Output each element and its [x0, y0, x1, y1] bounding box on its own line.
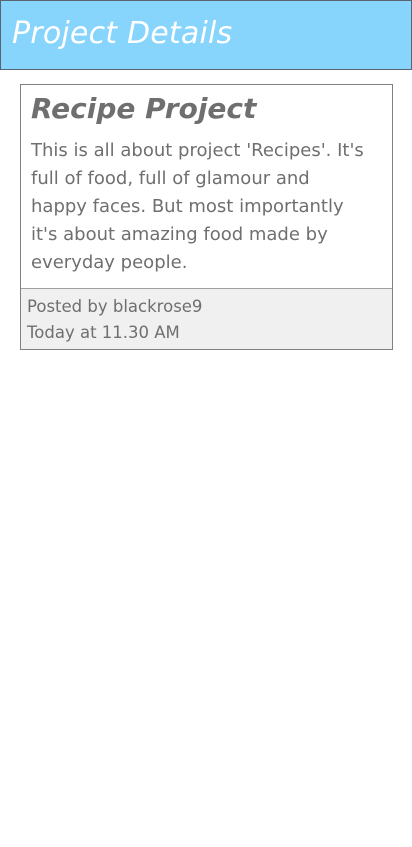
project-card[interactable]: Recipe Project This is all about project… — [20, 84, 393, 350]
project-title: Recipe Project — [31, 92, 257, 125]
project-card-footer: Posted by blackrose9 Today at 11.30 AM — [21, 288, 392, 349]
posted-by-label: Posted by blackrose9 — [27, 297, 203, 316]
posted-time-label: Today at 11.30 AM — [27, 323, 180, 342]
app-header: Project Details — [0, 0, 412, 70]
page-title: Project Details — [12, 16, 233, 51]
project-card-body: Recipe Project This is all about project… — [21, 85, 392, 288]
project-description: This is all about project 'Recipes'. It'… — [31, 140, 364, 273]
